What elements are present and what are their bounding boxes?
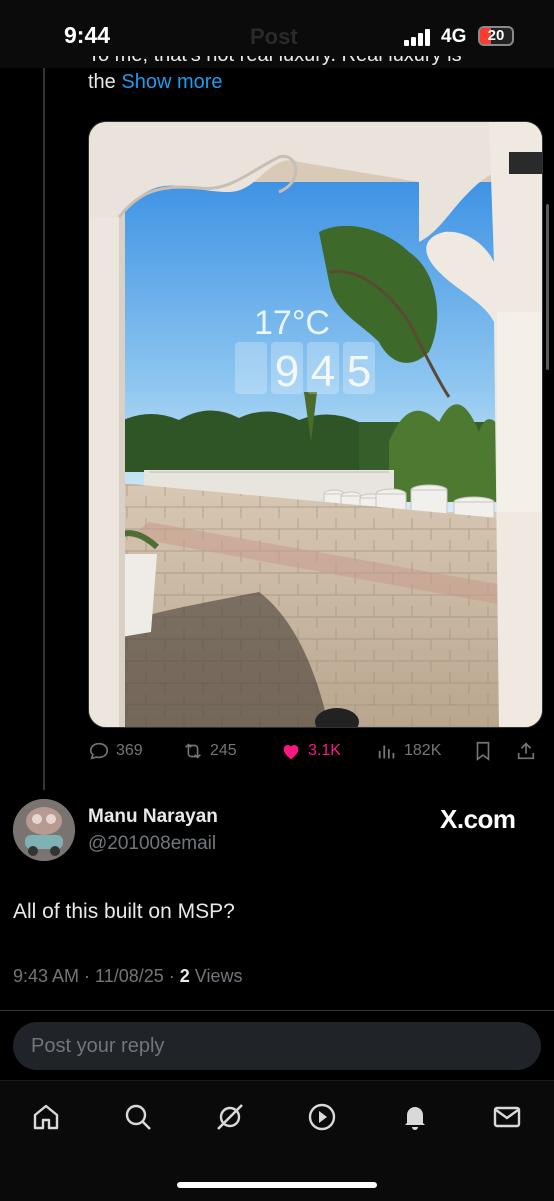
thread-line bbox=[43, 68, 45, 790]
show-more-link[interactable]: Show more bbox=[121, 71, 222, 93]
share-icon bbox=[517, 742, 535, 760]
like-count: 3.1K bbox=[308, 742, 341, 759]
reply-input[interactable]: Post your reply bbox=[13, 1022, 541, 1070]
repost-icon bbox=[185, 743, 201, 759]
home-icon[interactable] bbox=[31, 1102, 61, 1132]
home-indicator[interactable] bbox=[177, 1182, 377, 1188]
views-icon bbox=[378, 745, 395, 759]
battery-icon: 20 bbox=[478, 26, 514, 46]
reply-count: 369 bbox=[116, 742, 143, 759]
reply-text: All of this built on MSP? bbox=[13, 900, 235, 923]
reply-timestamp: 9:43 AM · 11/08/25 · bbox=[13, 966, 180, 986]
post-text-line-2: the bbox=[88, 71, 116, 93]
network-label: 4G bbox=[441, 26, 467, 47]
share-action[interactable] bbox=[515, 738, 543, 764]
reply-views-count[interactable]: 2 bbox=[180, 966, 190, 986]
video-icon[interactable] bbox=[307, 1102, 337, 1132]
post-text: To me, that's not real luxury. Real luxu… bbox=[88, 56, 508, 96]
heart-icon bbox=[283, 745, 299, 760]
reply-icon bbox=[89, 742, 109, 760]
clock-digit-min-tens: 4 bbox=[311, 347, 335, 396]
avatar-image bbox=[13, 799, 75, 861]
header-title: Post bbox=[250, 24, 298, 49]
avatar[interactable] bbox=[13, 799, 75, 861]
reply-views-label: Views bbox=[189, 966, 243, 986]
divider bbox=[0, 1010, 554, 1011]
battery-level: 20 bbox=[487, 27, 505, 44]
post-media-image[interactable]: 17°C 9 4 5 bbox=[88, 121, 543, 728]
temperature-overlay: 17°C bbox=[254, 304, 330, 342]
messages-icon[interactable] bbox=[492, 1102, 522, 1132]
grok-icon[interactable] bbox=[215, 1102, 245, 1132]
author-name[interactable]: Manu Narayan bbox=[88, 806, 218, 828]
views-action[interactable]: 182K bbox=[376, 738, 441, 764]
bookmark-icon bbox=[476, 741, 490, 761]
status-time: 9:44 bbox=[64, 22, 111, 48]
views-count: 182K bbox=[404, 742, 442, 759]
reply-meta: 9:43 AM · 11/08/25 · 2 Views bbox=[13, 966, 242, 987]
bookmark-action[interactable] bbox=[472, 738, 500, 764]
search-icon[interactable] bbox=[123, 1102, 153, 1132]
notifications-icon[interactable] bbox=[400, 1102, 430, 1132]
x-com-link[interactable]: X.com bbox=[440, 804, 516, 835]
author-handle[interactable]: @201008email bbox=[88, 833, 216, 855]
post-text-line-1: To me, that's not real luxury. Real luxu… bbox=[88, 56, 508, 69]
repost-count: 245 bbox=[210, 742, 237, 759]
reply-action[interactable]: 369 bbox=[88, 738, 143, 764]
repost-action[interactable]: 245 bbox=[182, 738, 237, 764]
clock-digit-min-ones: 5 bbox=[347, 347, 371, 396]
like-action[interactable]: 3.1K bbox=[280, 738, 341, 764]
clock-digit-hour: 9 bbox=[275, 347, 299, 396]
courtyard-photo: 17°C 9 4 5 bbox=[89, 122, 542, 727]
scrollbar[interactable] bbox=[546, 204, 549, 370]
signal-icon bbox=[404, 29, 434, 46]
